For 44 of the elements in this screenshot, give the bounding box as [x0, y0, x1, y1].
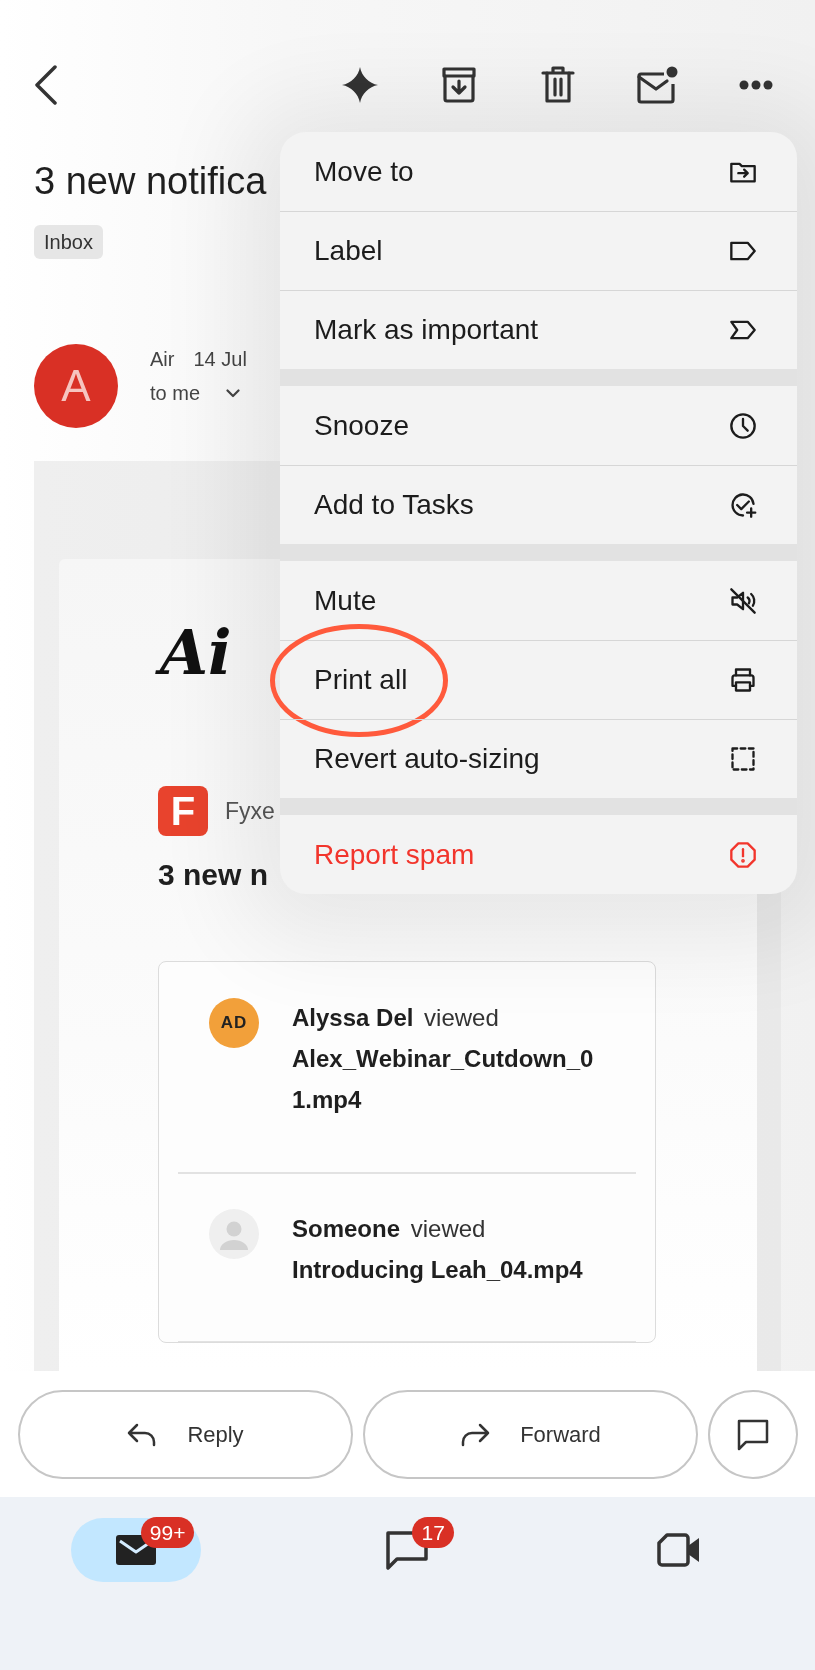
initials-avatar: AD	[209, 998, 259, 1048]
menu-item[interactable]: Mute	[280, 561, 797, 640]
activity-summary: Alyssa Del viewed	[292, 1003, 499, 1033]
octagon-alert-icon	[729, 840, 757, 869]
mail-dot-icon[interactable]	[636, 66, 678, 104]
activity-summary: Someone viewed	[292, 1213, 486, 1244]
sender-avatar: A	[34, 344, 118, 428]
forward-arrow-icon	[460, 1422, 491, 1447]
email-subject: 3 new notifica	[34, 159, 267, 204]
menu-item[interactable]: Label	[280, 211, 797, 290]
chevron-down-icon	[226, 388, 241, 398]
more-icon[interactable]	[739, 80, 773, 90]
file-name: Alex_Webinar_Cutdown_01.mp4	[292, 1044, 595, 1115]
printer-icon	[729, 666, 757, 694]
clock-icon	[729, 411, 757, 440]
check-circle-plus-icon	[729, 491, 757, 519]
delete-icon[interactable]	[541, 66, 575, 104]
speaker-slash-icon	[729, 586, 757, 615]
recipient-toggle[interactable]: to me	[150, 381, 241, 405]
archive-icon[interactable]	[441, 66, 477, 104]
back-icon[interactable]	[34, 65, 58, 105]
menu-item[interactable]: Report spam	[280, 815, 797, 894]
brand-logo: F	[158, 786, 208, 836]
chat-bubble-icon	[737, 1418, 769, 1451]
sparkle-icon[interactable]	[342, 67, 378, 103]
brand-name: Fyxe	[225, 797, 275, 825]
email-heading: 3 new n	[158, 857, 269, 893]
video-tab[interactable]	[657, 1532, 702, 1568]
forward-button[interactable]: Forward	[363, 1390, 698, 1479]
menu-item[interactable]: Print all	[280, 640, 797, 719]
menu-item[interactable]: Snooze	[280, 386, 797, 465]
file-name: Introducing Leah_04.mp4	[292, 1254, 584, 1285]
avatar-placeholder-icon	[209, 1208, 259, 1259]
video-camera-icon	[657, 1532, 702, 1568]
count-badge: 17	[412, 1517, 454, 1548]
label-chip[interactable]: Inbox	[34, 225, 103, 259]
reply-button[interactable]: Reply	[18, 1390, 353, 1479]
script-logo: Ai	[154, 609, 246, 699]
sender-name: Air	[150, 347, 175, 371]
dashed-square-icon	[729, 745, 757, 773]
reply-arrow-icon	[127, 1422, 158, 1447]
email-date: 14 Jul	[193, 347, 247, 371]
menu-item[interactable]: Move to	[280, 132, 797, 211]
count-badge: 99+	[140, 1517, 195, 1548]
